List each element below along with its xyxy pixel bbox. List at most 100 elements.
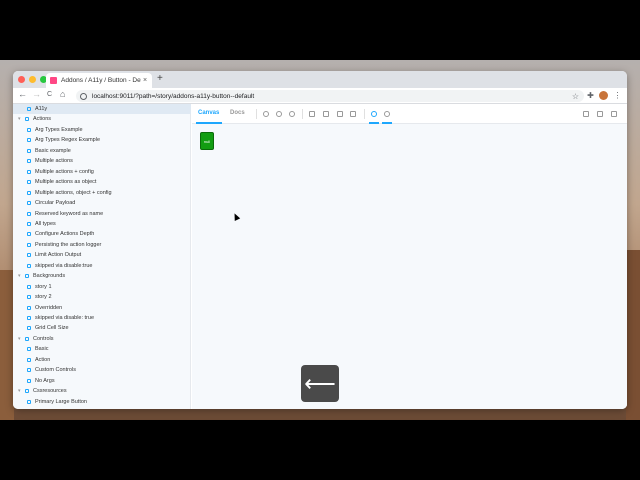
sidebar-story[interactable]: Basic xyxy=(13,344,191,354)
sidebar-story[interactable]: Primary Large Button xyxy=(13,397,191,407)
component-icon xyxy=(25,274,29,279)
zoom-out-icon[interactable] xyxy=(276,111,282,117)
vision-simulator-icon[interactable] xyxy=(371,111,377,117)
tab-canvas[interactable]: Canvas xyxy=(198,110,219,116)
story-icon xyxy=(27,221,31,226)
story-icon xyxy=(27,295,31,300)
sidebar-story[interactable]: Reserved keyword as name xyxy=(13,209,191,219)
site-info-icon[interactable] xyxy=(80,92,87,100)
browser-menu-icon[interactable]: ⋮ xyxy=(613,91,622,100)
zoom-reset-icon[interactable] xyxy=(289,111,295,117)
sidebar-story[interactable]: Overridden xyxy=(13,303,191,313)
sidebar-component[interactable]: ▾ Controls xyxy=(13,334,191,344)
sidebar-item-label: Controls xyxy=(33,335,54,342)
browser-window: Addons / A11y / Button - Defa × + ← → C … xyxy=(13,71,627,409)
sidebar-story[interactable]: story 2 xyxy=(13,292,191,302)
fullscreen-icon[interactable] xyxy=(583,111,589,117)
sidebar-story[interactable]: Action xyxy=(13,355,191,365)
toolbar-divider xyxy=(256,109,257,119)
extensions-icon[interactable]: ✚ xyxy=(586,91,595,100)
sidebar-story[interactable]: All types xyxy=(13,219,191,229)
storybook-sidebar: A11y ▾ Actions Arg Types Example Arg Types R… xyxy=(13,104,191,409)
sidebar-item-label: Multiple actions, object + config xyxy=(35,189,112,196)
storybook-main: Canvas Docs null xyxy=(192,104,627,409)
reload-button[interactable]: C xyxy=(47,91,52,98)
story-icon xyxy=(27,242,31,247)
sidebar-component[interactable]: ▾ Backgrounds xyxy=(13,271,191,281)
component-icon xyxy=(25,336,29,341)
sidebar-story[interactable]: Circular Payload xyxy=(13,198,191,208)
sidebar-item-label: skipped via disable: true xyxy=(35,315,95,321)
tab-close-icon[interactable]: × xyxy=(141,77,149,84)
minimize-window-button[interactable] xyxy=(29,76,36,83)
sidebar-story[interactable]: Multiple actions xyxy=(13,156,191,166)
sidebar-story[interactable]: skipped via disable: true xyxy=(13,313,191,323)
sidebar-item-label: A11y xyxy=(35,106,48,112)
sidebar-story[interactable]: Persisting the action logger xyxy=(13,240,191,250)
sidebar-item-label: story 2 xyxy=(35,294,52,301)
close-window-button[interactable] xyxy=(18,76,25,83)
sidebar-item-label: Custom Controls xyxy=(35,367,76,374)
sidebar-story[interactable]: Grid Cell Size xyxy=(13,323,191,333)
contrast-icon[interactable] xyxy=(337,111,343,117)
sidebar-story[interactable]: No Args xyxy=(13,376,191,386)
story-icon xyxy=(27,253,31,258)
sidebar-item-label: Action xyxy=(35,356,51,363)
sidebar-component[interactable]: ▾ Cssresources xyxy=(13,386,191,396)
story-icon xyxy=(27,305,31,310)
story-button[interactable]: null xyxy=(200,132,214,150)
grid-icon[interactable] xyxy=(323,111,329,117)
chevron-down-icon[interactable]: ▾ xyxy=(18,273,23,279)
new-tab-button[interactable]: + xyxy=(157,73,163,84)
address-bar[interactable]: localhost:9011/?path=/story/addons-a11y-… xyxy=(76,90,584,102)
sidebar-item-label: Basic example xyxy=(35,147,71,154)
story-icon xyxy=(27,399,31,404)
globe-icon[interactable] xyxy=(384,111,390,117)
sidebar-story[interactable]: story 1 xyxy=(13,282,191,292)
browser-tab[interactable]: Addons / A11y / Button - Defa × xyxy=(46,73,152,88)
outline-icon[interactable] xyxy=(350,111,356,117)
sidebar-item-label: Arg Types Regex Example xyxy=(35,137,101,144)
sidebar-item-label: Overridden xyxy=(35,304,63,311)
sidebar-story[interactable]: skipped via disable:true xyxy=(13,261,191,271)
chevron-down-icon[interactable]: ▾ xyxy=(18,116,23,122)
back-button[interactable]: ← xyxy=(18,89,27,99)
sidebar-story[interactable]: Configure Actions Depth xyxy=(13,229,191,239)
sidebar-story[interactable]: Limit Action Output xyxy=(13,250,191,260)
sidebar-story[interactable]: Arg Types Example xyxy=(13,125,191,135)
sidebar-item-label: Arg Types Example xyxy=(35,126,83,133)
tab-title: Addons / A11y / Button - Defa xyxy=(61,77,141,84)
story-icon xyxy=(27,326,31,331)
profile-avatar[interactable] xyxy=(599,91,608,100)
sidebar-story[interactable]: Multiple actions + config xyxy=(13,167,191,177)
story-icon xyxy=(27,263,31,268)
sidebar-item-label: All types xyxy=(35,220,56,227)
sidebar-item-label: No Args xyxy=(35,377,55,384)
sidebar-story[interactable]: Multiple actions as object xyxy=(13,177,191,187)
sidebar-component[interactable]: ▾ Actions xyxy=(13,114,191,124)
tab-docs[interactable]: Docs xyxy=(230,110,245,116)
story-icon xyxy=(27,284,31,289)
zoom-in-icon[interactable] xyxy=(263,111,269,117)
story-icon xyxy=(27,232,31,237)
sidebar-item-label: Actions xyxy=(33,116,52,123)
preview-toolbar: Canvas Docs xyxy=(192,104,627,124)
sidebar-story[interactable]: Arg Types Regex Example xyxy=(13,135,191,145)
sidebar-story[interactable]: A11y xyxy=(13,104,191,114)
story-icon xyxy=(27,138,31,143)
home-button[interactable]: ⌂ xyxy=(60,89,65,99)
sidebar-item-label: skipped via disable:true xyxy=(35,262,93,269)
chevron-down-icon[interactable]: ▾ xyxy=(18,388,23,394)
sidebar-story[interactable]: Basic example xyxy=(13,146,191,156)
toolbar-divider xyxy=(364,109,365,119)
sidebar-story[interactable]: Custom Controls xyxy=(13,365,191,375)
background-icon[interactable] xyxy=(309,111,315,117)
sidebar-story[interactable]: Multiple actions, object + config xyxy=(13,188,191,198)
copy-link-icon[interactable] xyxy=(611,111,617,117)
open-new-tab-icon[interactable] xyxy=(597,111,603,117)
story-icon xyxy=(27,357,31,362)
chevron-down-icon[interactable]: ▾ xyxy=(18,336,23,342)
forward-button[interactable]: → xyxy=(32,89,41,99)
story-canvas: null xyxy=(192,124,627,409)
bookmark-star-icon[interactable]: ☆ xyxy=(572,92,579,101)
